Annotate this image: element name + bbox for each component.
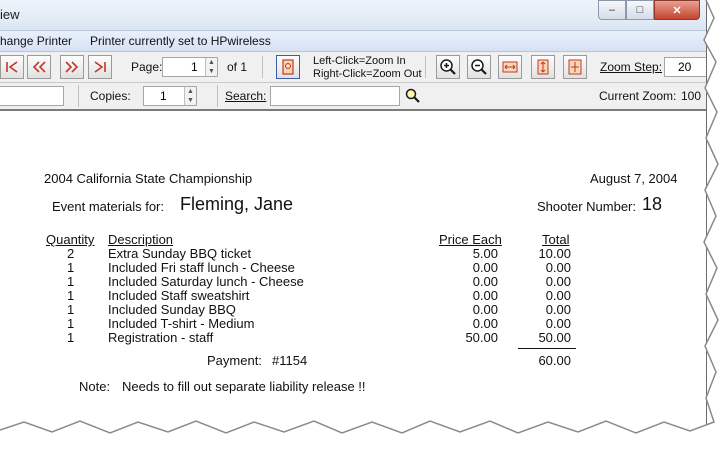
torn-edge — [0, 0, 723, 449]
